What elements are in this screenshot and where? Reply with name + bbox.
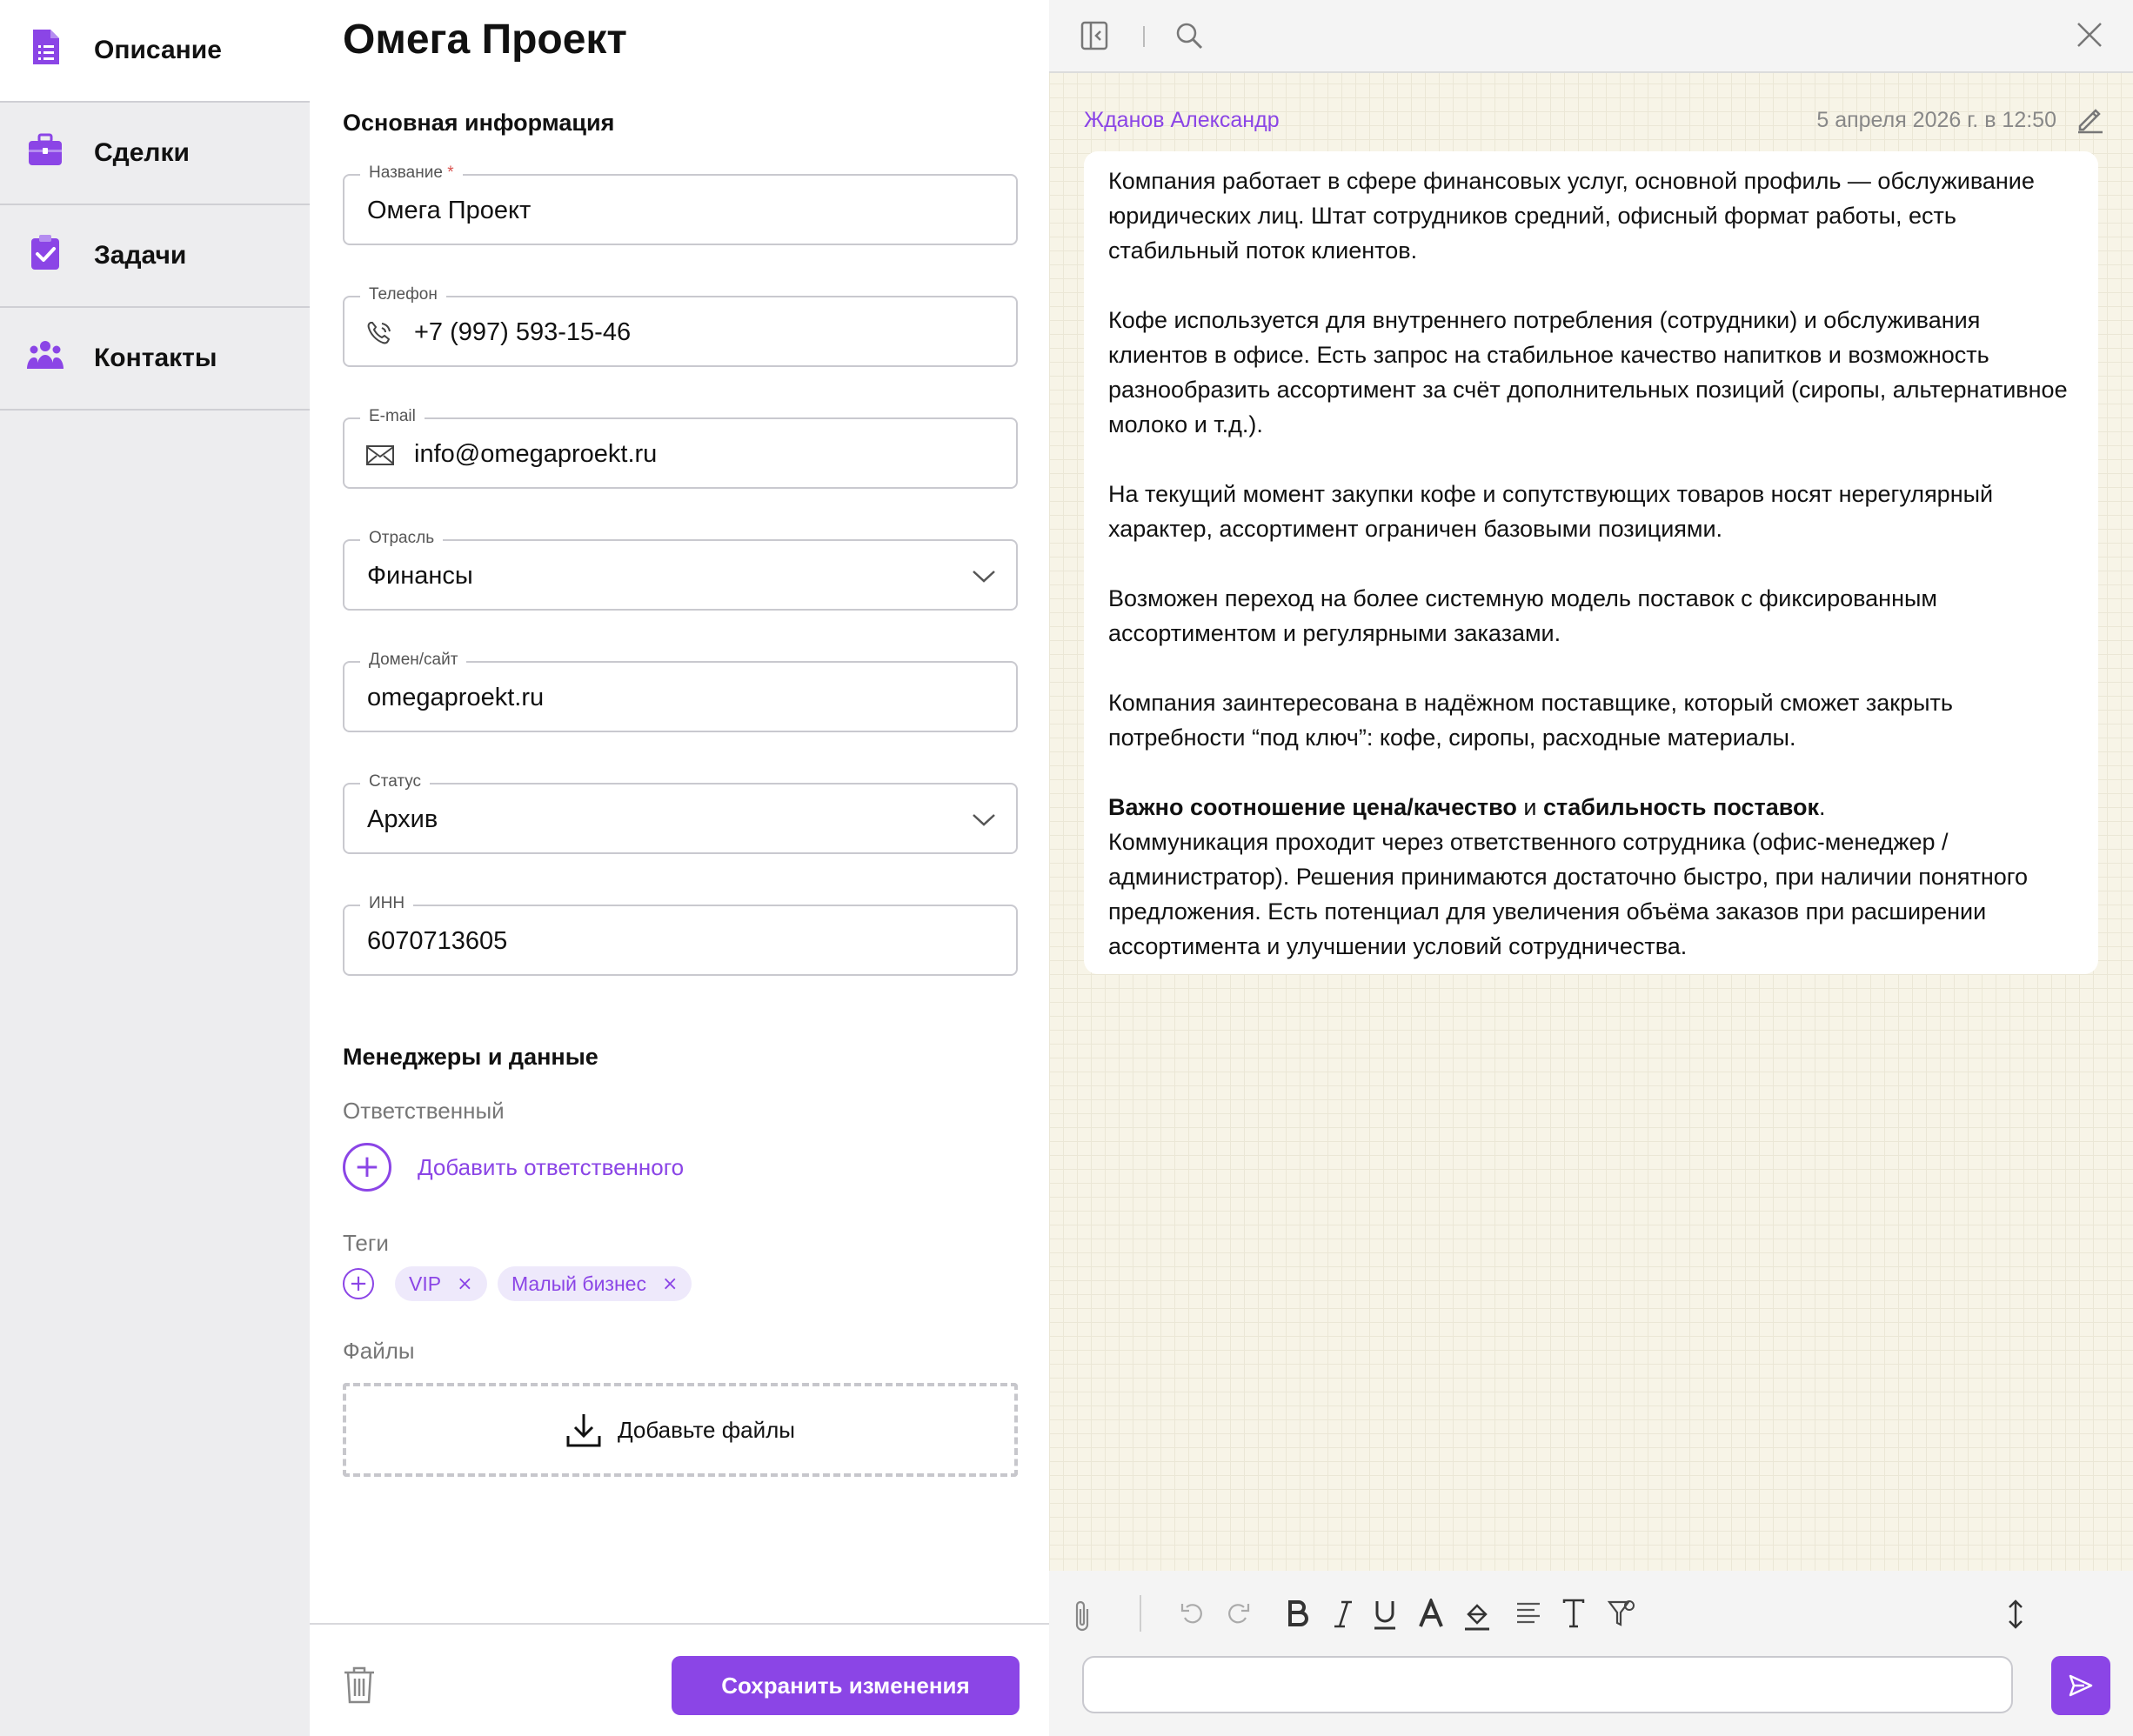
- text-color-icon[interactable]: [1418, 1599, 1444, 1628]
- status-select-value: Архив: [367, 805, 438, 833]
- search-icon[interactable]: [1174, 21, 1204, 50]
- tag-label: VIP: [409, 1272, 442, 1295]
- chevron-down-icon: [973, 814, 995, 826]
- resize-vertical-icon[interactable]: [2006, 1599, 2025, 1630]
- sidebar-item-label: Задачи: [94, 241, 187, 270]
- chevron-down-icon: [973, 571, 995, 583]
- add-responsible-label: Добавить ответственного: [418, 1153, 685, 1180]
- emphasis-period: .: [1818, 794, 1826, 820]
- attach-icon[interactable]: [1072, 1599, 1094, 1633]
- trash-icon[interactable]: [343, 1665, 376, 1705]
- plus-icon: +: [349, 1271, 368, 1297]
- inn-field-label: ИНН: [360, 894, 414, 913]
- file-dropzone[interactable]: Добавьте файлы: [343, 1383, 1018, 1477]
- domain-field-label: Домен/сайт: [360, 651, 467, 670]
- section-heading-basic: Основная информация: [343, 110, 615, 136]
- domain-field[interactable]: Домен/сайт omegaproekt.ru: [343, 651, 1018, 732]
- note-paragraph: Кофе используется для внутреннего потреб…: [1108, 307, 2068, 437]
- responsible-label: Ответственный: [343, 1098, 505, 1124]
- plus-icon: +: [343, 1143, 391, 1192]
- document-list-icon: [33, 30, 59, 64]
- note-author[interactable]: Жданов Александр: [1084, 108, 1280, 133]
- sidebar-item-deals[interactable]: Сделки: [0, 103, 310, 205]
- highlight-icon[interactable]: [1463, 1599, 1491, 1632]
- clear-format-icon[interactable]: [1608, 1599, 1635, 1628]
- industry-select-label: Отрасль: [360, 529, 444, 548]
- envelope-icon: [366, 445, 394, 465]
- note-paragraph: Компания работает в сфере финансовых усл…: [1108, 168, 2035, 264]
- name-field[interactable]: Название * Омега Проект: [343, 164, 1018, 245]
- page-title: Омега Проект: [343, 17, 627, 63]
- email-field-label: E-mail: [360, 407, 425, 426]
- status-select[interactable]: Статус Архив: [343, 772, 1018, 854]
- add-files-label: Добавьте файлы: [618, 1416, 795, 1443]
- sidebar-item-tasks[interactable]: Задачи: [0, 205, 310, 308]
- add-tag-button[interactable]: +: [343, 1268, 374, 1299]
- underline-icon[interactable]: [1373, 1599, 1397, 1632]
- inn-field[interactable]: ИНН 6070713605: [343, 894, 1018, 976]
- email-field-value: info@omegaproekt.ru: [414, 440, 658, 468]
- notes-topbar: [1049, 0, 2133, 73]
- comment-input[interactable]: [1082, 1656, 2013, 1713]
- note-paragraph: Компания заинтересована в надёжном поста…: [1108, 690, 1953, 751]
- industry-select-value: Финансы: [367, 562, 473, 590]
- clipboard-check-icon: [31, 235, 59, 270]
- sidebar-item-label: Описание: [94, 36, 222, 64]
- name-field-label: Название *: [360, 164, 463, 183]
- redo-icon[interactable]: [1225, 1599, 1251, 1628]
- emphasis-price-quality: Важно соотношение цена/качество: [1108, 794, 1517, 820]
- close-icon[interactable]: [2076, 21, 2103, 49]
- emphasis-supply-stability: стабильность поставок: [1542, 794, 1819, 820]
- phone-field[interactable]: Телефон +7 (997) 593-15-46: [343, 285, 1018, 367]
- tag-chip: VIP ×: [395, 1266, 487, 1301]
- domain-field-value: omegaproekt.ru: [367, 684, 545, 711]
- save-button[interactable]: Сохранить изменения: [672, 1656, 1020, 1715]
- phone-icon: [367, 322, 391, 344]
- company-form-panel: Омега Проект Основная информация Названи…: [310, 0, 1049, 1736]
- undo-icon[interactable]: [1180, 1599, 1206, 1628]
- italic-icon[interactable]: [1333, 1599, 1354, 1630]
- note-paragraph: Коммуникация проходит через ответственно…: [1108, 829, 2029, 959]
- note-paragraph: На текущий момент закупки кофе и сопутст…: [1108, 481, 1994, 542]
- collapse-panel-icon[interactable]: [1080, 21, 1108, 50]
- topbar-divider: [1143, 26, 1145, 47]
- download-icon: [566, 1414, 601, 1447]
- emphasis-connector: и: [1516, 794, 1543, 820]
- edit-pencil-icon[interactable]: [2076, 104, 2105, 134]
- note-timestamp: 5 апреля 2026 г. в 12:50: [1816, 108, 2056, 132]
- notes-panel: Жданов Александр 5 апреля 2026 г. в 12:5…: [1049, 0, 2133, 1736]
- align-icon[interactable]: [1515, 1599, 1541, 1626]
- files-label: Файлы: [343, 1338, 415, 1364]
- people-icon: [27, 341, 64, 369]
- note-paragraph: Возможен переход на более системную моде…: [1108, 585, 1937, 646]
- remove-tag-icon[interactable]: ×: [662, 1273, 678, 1295]
- tag-chip: Малый бизнес ×: [498, 1266, 692, 1301]
- name-field-value: Омега Проект: [367, 197, 532, 224]
- phone-field-value: +7 (997) 593-15-46: [414, 318, 632, 346]
- briefcase-icon: [29, 133, 62, 165]
- sidebar-item-contacts[interactable]: Контакты: [0, 308, 310, 411]
- send-button[interactable]: [2051, 1656, 2110, 1715]
- tag-label: Малый бизнес: [512, 1272, 646, 1295]
- sidebar-item-label: Контакты: [94, 344, 217, 372]
- email-field[interactable]: E-mail info@omegaproekt.ru: [343, 407, 1018, 489]
- note-paragraph-emphasis: Важно соотношение цена/качество и стабил…: [1108, 790, 2074, 825]
- note-card: Компания работает в сфере финансовых усл…: [1084, 151, 2098, 974]
- add-responsible-button[interactable]: + Добавить ответственного: [343, 1141, 684, 1193]
- toolbar-divider: [1140, 1595, 1141, 1632]
- text-format-icon[interactable]: [1562, 1599, 1585, 1628]
- section-heading-managers: Менеджеры и данные: [343, 1044, 598, 1070]
- remove-tag-icon[interactable]: ×: [457, 1273, 472, 1295]
- phone-field-label: Телефон: [360, 285, 446, 304]
- send-icon: [2069, 1674, 2093, 1697]
- inn-field-value: 6070713605: [367, 927, 508, 955]
- tags-label: Теги: [343, 1230, 389, 1256]
- footer-divider: [310, 1623, 1049, 1625]
- bold-icon[interactable]: [1286, 1599, 1310, 1630]
- sidebar-item-description[interactable]: Описание: [0, 0, 310, 103]
- sidebar-item-label: Сделки: [94, 138, 190, 167]
- sidebar: Описание Сделки Задачи Контакты: [0, 0, 310, 1736]
- status-select-label: Статус: [360, 772, 431, 791]
- industry-select[interactable]: Отрасль Финансы: [343, 529, 1018, 611]
